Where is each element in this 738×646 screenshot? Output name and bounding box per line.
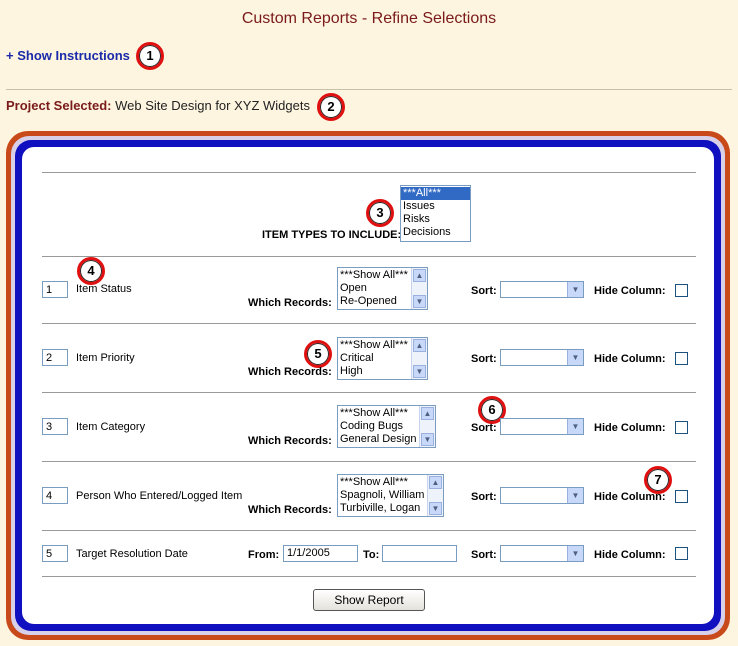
up-arrow-icon[interactable]: ▲ [413,269,426,282]
divider [42,576,696,577]
hide-column-label: Hide Column: [594,285,666,297]
sort-label: Sort: [471,422,497,434]
to-date-input[interactable] [382,545,457,562]
chevron-down-icon[interactable]: ▼ [567,350,583,365]
project-value: Web Site Design for XYZ Widgets [115,98,310,113]
row-label: Item Priority [76,352,135,364]
chevron-down-icon[interactable]: ▼ [567,546,583,561]
divider [42,256,696,257]
project-selected: Project Selected: Web Site Design for XY… [6,98,310,113]
down-arrow-icon[interactable]: ▼ [429,502,442,515]
hide-column-checkbox[interactable] [675,352,688,365]
which-records-listbox[interactable]: ***Show All*** Spagnoli, William Turbivi… [337,474,444,517]
sort-select[interactable]: ▼ [500,545,584,562]
from-label: From: [248,549,280,561]
chevron-down-icon[interactable]: ▼ [567,282,583,297]
callout-badge: 7 [644,466,672,494]
hide-column-checkbox[interactable] [675,421,688,434]
row-label: Person Who Entered/Logged Item [76,490,243,502]
which-records-listbox[interactable]: ***Show All*** Coding Bugs General Desig… [337,405,436,448]
sort-label: Sort: [471,491,497,503]
chevron-down-icon[interactable]: ▼ [567,419,583,434]
chevron-down-icon[interactable]: ▼ [567,488,583,503]
which-records-label: Which Records: [248,366,332,378]
sort-label: Sort: [471,549,497,561]
hide-column-label: Hide Column: [594,422,666,434]
order-input[interactable]: 1 [42,281,68,298]
project-label: Project Selected: [6,98,112,113]
sort-label: Sort: [471,285,497,297]
row-label: Item Category [76,421,146,433]
order-input[interactable]: 4 [42,487,68,504]
callout-badge: 2 [317,93,345,121]
row-label: Target Resolution Date [76,548,188,560]
callout-badge: 3 [366,199,394,227]
divider [6,89,732,90]
item-types-label: ITEM TYPES TO INCLUDE: [262,229,402,241]
to-label: To: [363,549,380,561]
callout-badge: 1 [136,42,164,70]
up-arrow-icon[interactable]: ▲ [421,407,434,420]
divider [42,530,696,531]
sort-select[interactable]: ▼ [500,349,584,366]
scrollbar[interactable]: ▲ ▼ [427,475,443,516]
callout-badge: 5 [304,340,332,368]
scrollbar[interactable]: ▲ ▼ [411,268,427,309]
list-option[interactable]: Risks [401,213,470,226]
hide-column-label: Hide Column: [594,353,666,365]
show-instructions-link[interactable]: + Show Instructions [6,48,130,63]
sort-label: Sort: [471,353,497,365]
callout-badge: 4 [77,257,105,285]
hide-column-label: Hide Column: [594,491,666,503]
list-option[interactable]: ***All*** [401,187,470,200]
which-records-label: Which Records: [248,297,332,309]
up-arrow-icon[interactable]: ▲ [429,476,442,489]
show-report-button[interactable]: Show Report [313,589,425,611]
scrollbar[interactable]: ▲ ▼ [411,338,427,379]
which-records-label: Which Records: [248,435,332,447]
which-records-listbox[interactable]: ***Show All*** Open Re-Opened ▲ ▼ [337,267,428,310]
page-title: Custom Reports - Refine Selections [241,10,497,27]
up-arrow-icon[interactable]: ▲ [413,339,426,352]
which-records-label: Which Records: [248,504,332,516]
order-input[interactable]: 5 [42,545,68,562]
down-arrow-icon[interactable]: ▼ [421,433,434,446]
hide-column-label: Hide Column: [594,549,666,561]
divider [42,323,696,324]
divider [42,172,696,173]
scrollbar[interactable]: ▲ ▼ [419,406,435,447]
down-arrow-icon[interactable]: ▼ [413,295,426,308]
order-input[interactable]: 3 [42,418,68,435]
row-label: Item Status [76,283,132,295]
which-records-listbox[interactable]: ***Show All*** Critical High ▲ ▼ [337,337,428,380]
hide-column-checkbox[interactable] [675,547,688,560]
list-option[interactable]: Issues [401,200,470,213]
from-date-input[interactable]: 1/1/2005 [283,545,358,562]
list-option[interactable]: Decisions [401,226,470,239]
divider [42,392,696,393]
hide-column-checkbox[interactable] [675,490,688,503]
down-arrow-icon[interactable]: ▼ [413,365,426,378]
hide-column-checkbox[interactable] [675,284,688,297]
sort-select[interactable]: ▼ [500,418,584,435]
divider [42,461,696,462]
sort-select[interactable]: ▼ [500,487,584,504]
order-input[interactable]: 2 [42,349,68,366]
sort-select[interactable]: ▼ [500,281,584,298]
item-types-listbox[interactable]: ***All*** Issues Risks Decisions [400,185,471,242]
